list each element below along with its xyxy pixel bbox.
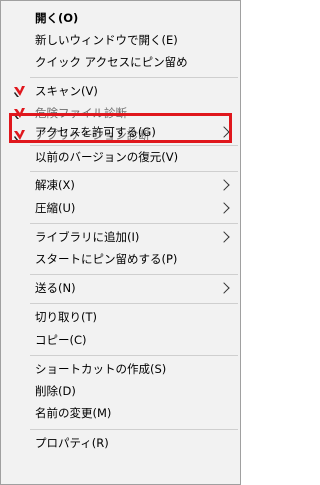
menu-item-open[interactable]: 開く(O) <box>3 7 238 29</box>
menu-item-label: 解凍(X) <box>35 178 75 192</box>
menu-item-cut[interactable]: 切り取り(T) <box>3 306 238 328</box>
menu-separator <box>30 274 238 275</box>
chevron-right-icon <box>218 282 230 294</box>
menu-separator <box>30 355 238 356</box>
menu-item-copy[interactable]: コピー(C) <box>3 329 238 351</box>
menu-item-pin-start[interactable]: スタートにピン留めする(P) <box>3 248 238 270</box>
menu-item-label: ショートカットの作成(S) <box>35 362 167 376</box>
menu-item-scan[interactable]: スキャン(V) <box>3 80 238 102</box>
menu-item-label: 開く(O) <box>35 11 79 25</box>
menu-item-label: プロパティ(R) <box>35 436 109 450</box>
highlight-box <box>9 113 232 143</box>
menu-separator <box>30 429 238 430</box>
menu-item-add-to-library[interactable]: ライブラリに追加(I) <box>3 226 238 248</box>
menu-item-properties[interactable]: プロパティ(R) <box>3 432 238 454</box>
menu-item-label: ライブラリに追加(I) <box>35 230 140 244</box>
menu-item-rename[interactable]: 名前の変更(M) <box>3 402 238 424</box>
menu-separator <box>30 303 238 304</box>
menu-item-open-new-window[interactable]: 新しいウィンドウで開く(E) <box>3 29 238 51</box>
menu-item-label: 新しいウィンドウで開く(E) <box>35 33 178 47</box>
menu-item-create-shortcut[interactable]: ショートカットの作成(S) <box>3 358 238 380</box>
menu-item-label: スキャン(V) <box>35 84 98 98</box>
menu-item-label: 送る(N) <box>35 281 76 295</box>
menu-item-restore-previous[interactable]: 以前のバージョンの復元(V) <box>3 146 238 168</box>
context-menu: 開く(O) 新しいウィンドウで開く(E) クイック アクセスにピン留め スキャン… <box>0 0 241 485</box>
menu-item-label: 削除(D) <box>35 384 76 398</box>
menu-item-send-to[interactable]: 送る(N) <box>3 277 238 299</box>
menu-item-label: コピー(C) <box>35 333 87 347</box>
menu-item-label: 切り取り(T) <box>35 310 97 324</box>
menu-separator <box>30 223 238 224</box>
menu-item-delete[interactable]: 削除(D) <box>3 380 238 402</box>
chevron-right-icon <box>218 179 230 191</box>
menu-item-compress[interactable]: 圧縮(U) <box>3 197 238 219</box>
menu-item-label: 以前のバージョンの復元(V) <box>35 150 179 164</box>
menu-separator <box>30 77 238 78</box>
menu-item-label: クイック アクセスにピン留め <box>35 55 188 69</box>
menu-item-label: 圧縮(U) <box>35 201 76 215</box>
chevron-right-icon <box>218 202 230 214</box>
menu-item-label: スタートにピン留めする(P) <box>35 252 178 266</box>
antivirus-icon <box>14 86 25 97</box>
menu-item-pin-quick-access[interactable]: クイック アクセスにピン留め <box>3 51 238 73</box>
menu-item-label: 名前の変更(M) <box>35 406 112 420</box>
chevron-right-icon <box>218 231 230 243</box>
menu-item-extract[interactable]: 解凍(X) <box>3 174 238 196</box>
menu-separator <box>30 171 238 172</box>
